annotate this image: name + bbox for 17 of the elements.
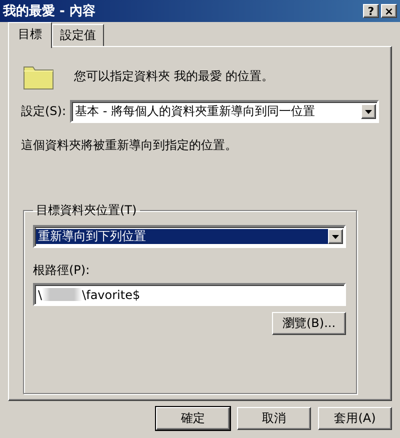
- root-path-field[interactable]: \ \favorite$: [33, 283, 346, 306]
- root-path-label: 根路徑(P):: [33, 262, 91, 279]
- intro-text: 您可以指定資料夾 我的最愛 的位置。: [74, 68, 274, 85]
- tab[interactable]: 目標: [8, 22, 52, 48]
- close-button[interactable]: ×: [381, 4, 397, 18]
- tab[interactable]: 設定值: [52, 24, 104, 46]
- dialog-button[interactable]: 確定: [156, 407, 230, 430]
- dialog-button[interactable]: 套用(A): [318, 407, 392, 430]
- dialog-button[interactable]: 取消: [237, 407, 311, 430]
- group-title: 目標資料夾位置(T): [35, 202, 138, 219]
- setting-dropdown[interactable]: 基本 - 將每個人的資料夾重新導向到同一位置: [70, 100, 379, 123]
- help-button[interactable]: ?: [363, 4, 379, 18]
- description-text: 這個資料夾將被重新導向到指定的位置。: [21, 137, 238, 154]
- setting-label: 設定(S):: [21, 103, 66, 120]
- browse-button[interactable]: 瀏覽(B)...: [272, 312, 346, 335]
- window-title: 我的最愛 - 內容: [3, 2, 96, 20]
- location-dropdown[interactable]: 重新導向到下列位置: [33, 225, 346, 248]
